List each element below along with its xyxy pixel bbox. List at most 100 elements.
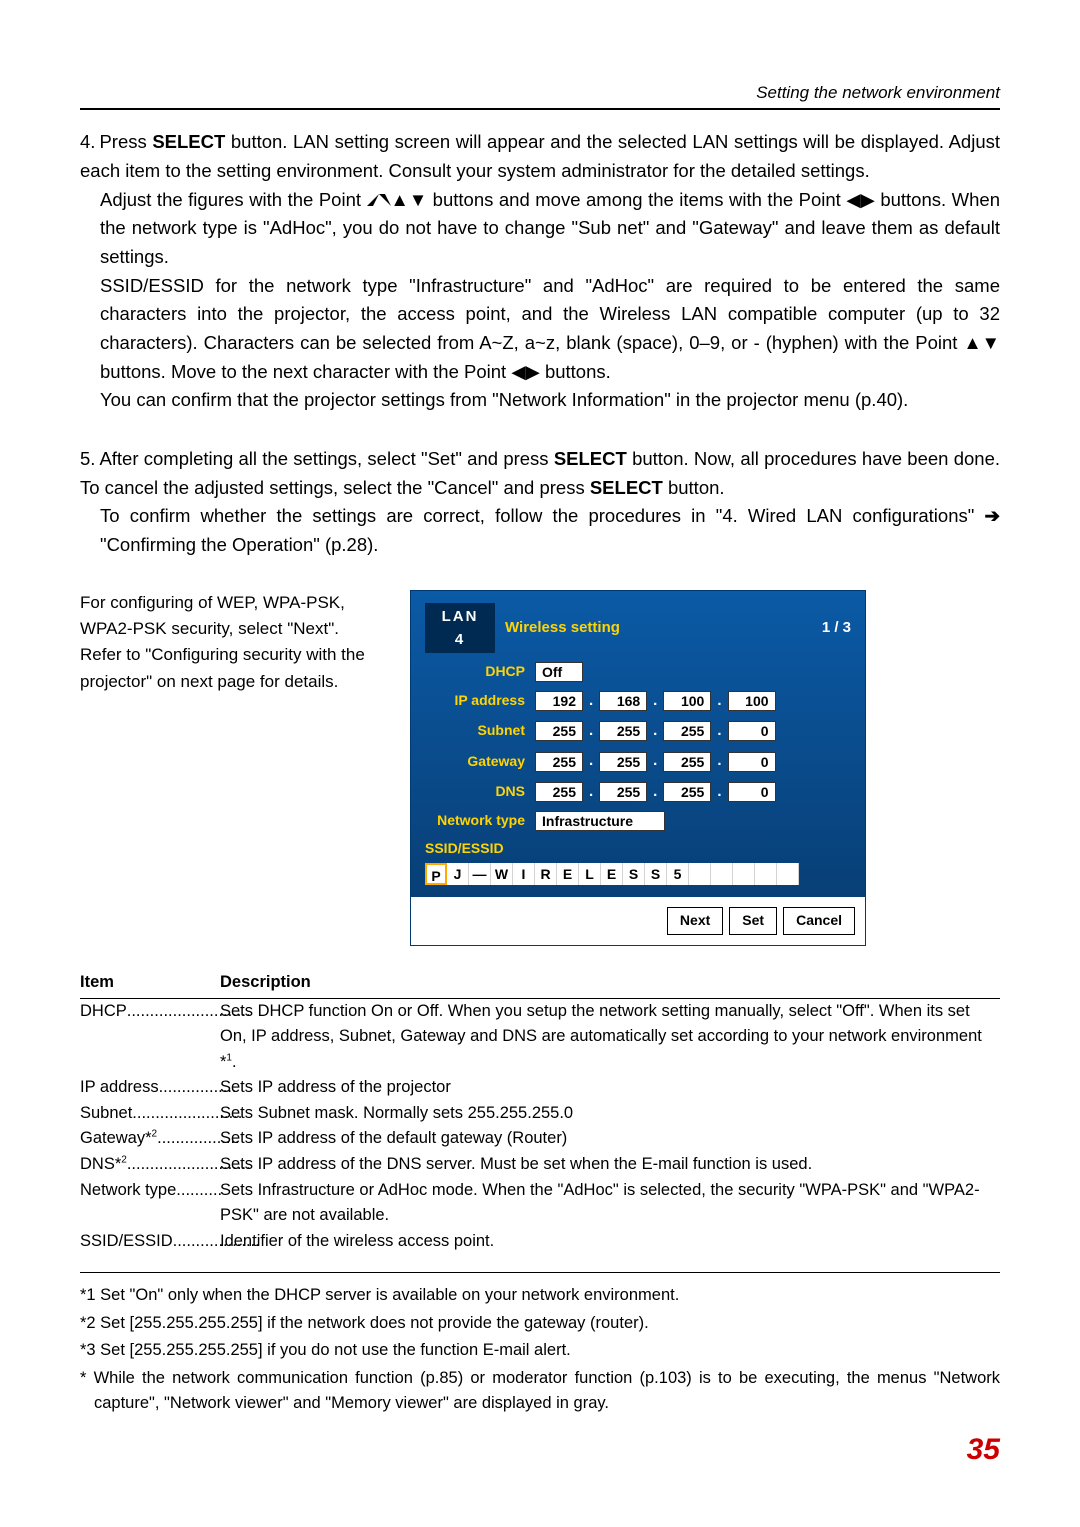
step4-p3: SSID/ESSID for the network type "Infrast… <box>100 275 1000 353</box>
step-number-4: 4. <box>80 128 95 157</box>
ssid-char[interactable]: S <box>623 863 645 885</box>
next-button[interactable]: Next <box>667 907 723 935</box>
ssid-char[interactable]: R <box>535 863 557 885</box>
ip-address-label: IP address <box>425 690 535 712</box>
subnet-octet-1[interactable]: 255 <box>535 721 583 741</box>
step5-p1-b: SELECT <box>554 448 627 469</box>
step4-p2-a: Adjust the figures with the Point <box>100 189 367 210</box>
ssid-char[interactable] <box>733 863 755 885</box>
table-row: DNS*2...........................Sets IP … <box>80 1152 1000 1178</box>
network-type-value[interactable]: Infrastructure <box>535 811 665 831</box>
subnet-octet-3[interactable]: 255 <box>663 721 711 741</box>
row-description: Sets Infrastructure or AdHoc mode. When … <box>220 1178 1000 1229</box>
table-row: Gateway*2..................Sets IP addre… <box>80 1126 1000 1152</box>
ssid-char[interactable]: E <box>601 863 623 885</box>
ip-octet-1[interactable]: 192 <box>535 691 583 711</box>
ssid-char[interactable] <box>711 863 733 885</box>
table-row: Subnet........................Sets Subne… <box>80 1101 1000 1127</box>
page-number: 35 <box>80 1427 1000 1474</box>
step5-p2-a: To confirm whether the settings are corr… <box>100 505 984 526</box>
ssid-char[interactable]: — <box>469 863 491 885</box>
dns-octet-3[interactable]: 255 <box>663 782 711 802</box>
item-description-table: Item Description DHCP...................… <box>80 970 1000 1254</box>
ssid-char[interactable]: L <box>579 863 601 885</box>
step4-p1-a: Press <box>99 131 152 152</box>
ip-octet-4[interactable]: 100 <box>728 691 776 711</box>
row-description: Sets Subnet mask. Normally sets 255.255.… <box>220 1101 1000 1127</box>
page-indicator: 1 / 3 <box>822 616 851 639</box>
step4-p3-c: buttons. <box>545 361 611 382</box>
step5-p2-b: "Confirming the Operation" (p.28). <box>100 534 378 555</box>
step-4: 4. Press SELECT button. LAN setting scre… <box>80 128 1000 415</box>
ssid-char[interactable]: P <box>425 863 447 885</box>
row-item-name: IP address <box>80 1075 159 1101</box>
row-item-name: DNS*2 <box>80 1152 127 1178</box>
ssid-char[interactable]: J <box>447 863 469 885</box>
row-description: Identifier of the wireless access point. <box>220 1229 1000 1255</box>
ssid-char[interactable]: W <box>491 863 513 885</box>
table-row: Network type..........Sets Infrastructur… <box>80 1178 1000 1229</box>
step-5: 5. After completing all the settings, se… <box>80 445 1000 560</box>
step4-p4: You can confirm that the projector setti… <box>100 386 1000 415</box>
footnote-1: *1 Set "On" only when the DHCP server is… <box>80 1283 1000 1309</box>
col-header-item: Item <box>80 970 220 996</box>
row-description: Sets IP address of the DNS server. Must … <box>220 1152 1000 1178</box>
step-number-5: 5. <box>80 445 95 474</box>
ssid-label: SSID/ESSID <box>425 838 851 860</box>
ssid-char[interactable] <box>755 863 777 885</box>
gateway-octet-1[interactable]: 255 <box>535 752 583 772</box>
row-item-name: Gateway*2 <box>80 1126 157 1152</box>
ssid-char[interactable] <box>689 863 711 885</box>
table-row: SSID/ESSID...................Identifier … <box>80 1229 1000 1255</box>
dns-octet-4[interactable]: 0 <box>728 782 776 802</box>
row-description: Sets DHCP function On or Off. When you s… <box>220 999 1000 1076</box>
section-header: Setting the network environment <box>80 80 1000 110</box>
dns-octet-2[interactable]: 255 <box>599 782 647 802</box>
row-item-name: DHCP <box>80 999 127 1025</box>
col-header-description: Description <box>220 970 311 996</box>
step4-p3-b: buttons. Move to the next character with… <box>100 361 511 382</box>
ssid-char[interactable]: 5 <box>667 863 689 885</box>
dns-octet-1[interactable]: 255 <box>535 782 583 802</box>
ssid-char[interactable]: S <box>645 863 667 885</box>
left-right-triangle-icon-2: ◀▶ <box>511 363 539 382</box>
ssid-input-row[interactable]: P J — W I R E L E S S 5 <box>425 863 851 885</box>
ssid-char[interactable]: E <box>557 863 579 885</box>
up-down-triangle-icon: ▲▼ <box>367 191 428 210</box>
row-item-name: Subnet <box>80 1101 132 1127</box>
step5-p1-e: button. <box>663 477 725 498</box>
gateway-octet-2[interactable]: 255 <box>599 752 647 772</box>
ip-octet-2[interactable]: 168 <box>599 691 647 711</box>
footnote-3: *3 Set [255.255.255.255] if you do not u… <box>80 1338 1000 1364</box>
row-item-name: SSID/ESSID <box>80 1229 173 1255</box>
lan-preset-label: LAN 4 <box>425 603 495 654</box>
step5-p1-a: After completing all the settings, selec… <box>99 448 553 469</box>
wireless-setting-title: Wireless setting <box>505 616 822 639</box>
dhcp-value[interactable]: Off <box>535 662 583 682</box>
gateway-octet-4[interactable]: 0 <box>728 752 776 772</box>
right-arrow-icon: ➔ <box>984 505 1000 526</box>
network-type-label: Network type <box>425 810 535 832</box>
step4-p2-b: buttons and move among the items with th… <box>433 189 847 210</box>
step4-p1-b: SELECT <box>152 131 225 152</box>
step5-p1-d: SELECT <box>590 477 663 498</box>
dns-label: DNS <box>425 781 535 803</box>
gateway-octet-3[interactable]: 255 <box>663 752 711 772</box>
set-button[interactable]: Set <box>729 907 777 935</box>
cancel-button[interactable]: Cancel <box>783 907 855 935</box>
divider <box>80 1272 1000 1273</box>
gateway-label: Gateway <box>425 751 535 773</box>
left-right-triangle-icon: ◀▶ <box>846 191 874 210</box>
wireless-setting-screenshot: LAN 4 Wireless setting 1 / 3 DHCP Off IP… <box>410 590 866 946</box>
ssid-char[interactable] <box>777 863 799 885</box>
security-config-note: For configuring of WEP, WPA-PSK, WPA2-PS… <box>80 590 380 946</box>
dhcp-label: DHCP <box>425 661 535 683</box>
ssid-char[interactable]: I <box>513 863 535 885</box>
row-item-name: Network type <box>80 1178 176 1204</box>
row-description: Sets IP address of the default gateway (… <box>220 1126 1000 1152</box>
leader-dots: .......... <box>176 1178 222 1204</box>
ip-octet-3[interactable]: 100 <box>663 691 711 711</box>
table-row: DHCP...........................Sets DHCP… <box>80 999 1000 1076</box>
subnet-octet-4[interactable]: 0 <box>728 721 776 741</box>
subnet-octet-2[interactable]: 255 <box>599 721 647 741</box>
